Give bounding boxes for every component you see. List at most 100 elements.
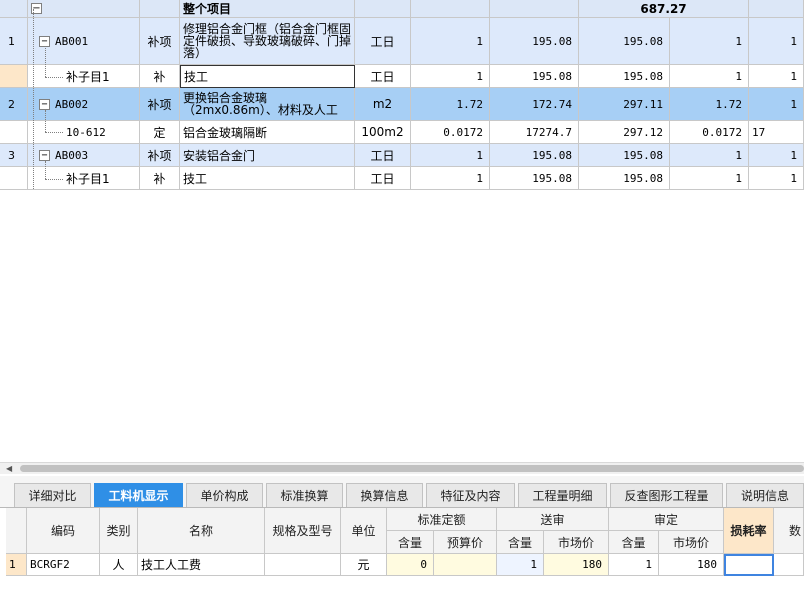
header-app-content[interactable]: 含量 (609, 531, 659, 554)
material-spec[interactable] (265, 554, 341, 576)
table-row[interactable]: 10-612 定 铝合金玻璃隔断 100m2 0.0172 17274.7 29… (0, 121, 804, 144)
labor-material-grid: 编码 类别 名称 规格及型号 单位 标准定额 送审 审定 损耗率 数 含量 预算… (0, 508, 804, 603)
item-qty2[interactable]: 1 (670, 18, 749, 65)
row-number (0, 167, 28, 190)
collapse-icon[interactable]: − (39, 149, 50, 161)
tree-line (33, 9, 34, 189)
item-unit: 工日 (355, 65, 411, 88)
header-unit[interactable]: 单位 (341, 508, 387, 554)
item-total: 297.11 (579, 88, 670, 121)
item-qty2[interactable]: 1 (670, 65, 749, 88)
scroll-left-icon[interactable]: ◀ (6, 464, 12, 473)
material-code[interactable]: BCRGF2 (27, 554, 100, 576)
item-qty[interactable]: 1 (411, 65, 490, 88)
item-price: 17274.7 (490, 121, 579, 144)
item-qty2[interactable]: 0.0172 (670, 121, 749, 144)
header-submit: 送审 (497, 508, 609, 531)
header-sub-content[interactable]: 含量 (497, 531, 544, 554)
item-code-text: AB003 (55, 148, 89, 162)
tab-reverse-lookup[interactable]: 反查图形工程量 (610, 483, 723, 507)
header-std-budget[interactable]: 预算价 (434, 531, 497, 554)
item-total: 195.08 (579, 18, 670, 65)
std-budget-value[interactable] (434, 554, 497, 576)
item-name[interactable]: 修理铝合金门框（铝合金门框固定件破损、导致玻璃破碎、门掉落） (180, 18, 355, 65)
collapse-icon[interactable]: − (39, 35, 50, 47)
item-extra: 1 (749, 144, 804, 167)
tab-quantity-detail[interactable]: 工程量明细 (518, 483, 607, 507)
item-qty[interactable]: 1 (411, 167, 490, 190)
item-qty[interactable]: 0.0172 (411, 121, 490, 144)
item-type: 补项 (140, 88, 180, 121)
item-price: 195.08 (490, 65, 579, 88)
material-name[interactable]: 技工人工费 (138, 554, 265, 576)
item-total: 195.08 (579, 167, 670, 190)
tab-conversion-info[interactable]: 换算信息 (346, 483, 423, 507)
tab-features[interactable]: 特征及内容 (426, 483, 515, 507)
table-row[interactable]: 补子目1 补 技工 工日 1 195.08 195.08 1 1 (0, 167, 804, 190)
tree-line (45, 132, 63, 133)
tab-notes[interactable]: 说明信息 (726, 483, 804, 507)
header-standard: 标准定额 (387, 508, 497, 531)
unit-cell (355, 0, 411, 18)
header-app-market[interactable]: 市场价 (659, 531, 724, 554)
item-price: 195.08 (490, 144, 579, 167)
item-code-text: AB002 (55, 97, 89, 111)
item-qty2[interactable]: 1.72 (670, 88, 749, 121)
price-cell (490, 0, 579, 18)
table-row[interactable]: 3 − AB003 补项 安装铝合金门 工日 1 195.08 195.08 1… (0, 144, 804, 167)
table-row[interactable]: 1 − AB001 补项 修理铝合金门框（铝合金门框固定件破损、导致玻璃破碎、门… (0, 18, 804, 65)
header-spec[interactable]: 规格及型号 (265, 508, 341, 554)
tab-standard-conversion[interactable]: 标准换算 (266, 483, 343, 507)
tab-labor-material[interactable]: 工料机显示 (94, 483, 183, 507)
item-name[interactable]: 铝合金玻璃隔断 (180, 121, 355, 144)
header-loss-rate[interactable]: 损耗率 (724, 508, 774, 554)
loss-rate-input[interactable] (724, 554, 774, 576)
item-type: 补项 (140, 144, 180, 167)
item-code-text: 补子目1 (66, 171, 110, 186)
extra-value[interactable] (774, 554, 804, 576)
item-name[interactable]: 技工 (180, 167, 355, 190)
row-number (0, 65, 28, 88)
item-name[interactable]: 更换铝合金玻璃（2mx0.86m）、材料及人工 (180, 88, 355, 121)
item-price: 172.74 (490, 88, 579, 121)
item-qty[interactable]: 1 (411, 18, 490, 65)
header-sub-market[interactable]: 市场价 (544, 531, 609, 554)
header-code[interactable]: 编码 (27, 508, 100, 554)
row-number: 3 (0, 144, 28, 167)
item-qty2[interactable]: 1 (670, 144, 749, 167)
item-qty[interactable]: 1.72 (411, 88, 490, 121)
rownum-cell (0, 0, 28, 18)
header-std-content[interactable]: 含量 (387, 531, 434, 554)
header-rownum (6, 508, 27, 554)
main-grid: − 整个项目 687.27 1 − AB001 补项 修理铝合金门框（铝合金门框… (0, 0, 804, 462)
app-market-value[interactable]: 180 (659, 554, 724, 576)
header-type[interactable]: 类别 (100, 508, 138, 554)
item-qty2[interactable]: 1 (670, 167, 749, 190)
item-code-text: AB001 (55, 34, 89, 48)
sub-market-value[interactable]: 180 (544, 554, 609, 576)
material-unit[interactable]: 元 (341, 554, 387, 576)
horizontal-scrollbar[interactable]: ◀ (0, 462, 804, 474)
header-name[interactable]: 名称 (138, 508, 265, 554)
tree-line (45, 179, 63, 180)
tab-unit-price[interactable]: 单价构成 (186, 483, 263, 507)
header-extra[interactable]: 数 (774, 508, 804, 554)
item-total: 195.08 (579, 65, 670, 88)
total-row[interactable]: − 整个项目 687.27 (0, 0, 804, 18)
header-approve: 审定 (609, 508, 724, 531)
table-row[interactable]: 补子目1 补 技工 工日 1 195.08 195.08 1 1 (0, 65, 804, 88)
table-row-selected[interactable]: 2 − AB002 补项 更换铝合金玻璃（2mx0.86m）、材料及人工 m2 … (0, 88, 804, 121)
app-content-value[interactable]: 1 (609, 554, 659, 576)
item-qty[interactable]: 1 (411, 144, 490, 167)
item-type: 补 (140, 65, 180, 88)
item-name-editing[interactable]: 技工 (180, 65, 355, 88)
sub-content-value[interactable]: 1 (497, 554, 544, 576)
material-type[interactable]: 人 (100, 554, 138, 576)
tab-detail-compare[interactable]: 详细对比 (14, 483, 91, 507)
collapse-icon[interactable]: − (39, 98, 50, 110)
scrollbar-thumb[interactable] (20, 465, 804, 472)
item-name[interactable]: 安装铝合金门 (180, 144, 355, 167)
item-total: 297.12 (579, 121, 670, 144)
std-content-value[interactable]: 0 (387, 554, 434, 576)
item-price: 195.08 (490, 167, 579, 190)
